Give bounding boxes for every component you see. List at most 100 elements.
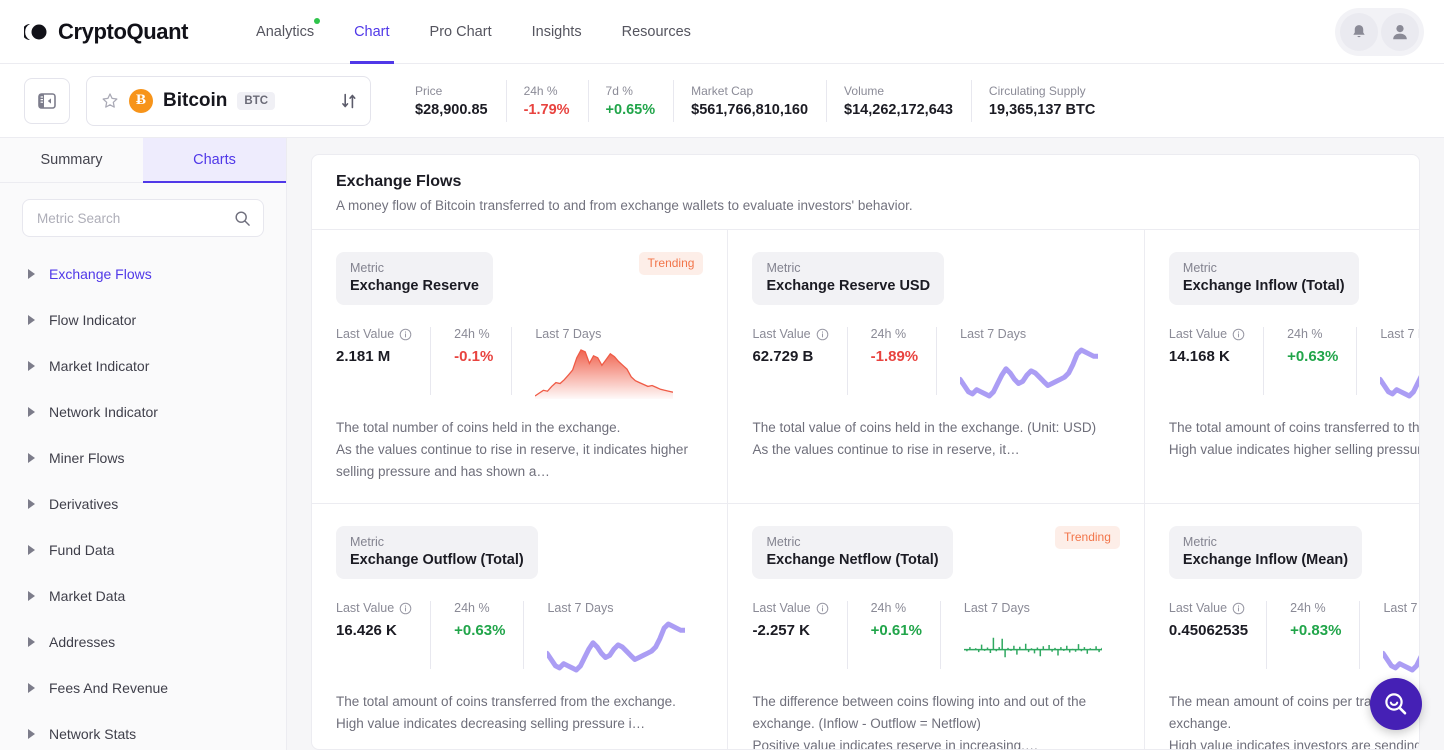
info-icon[interactable] [1232,328,1245,341]
stat-value: -1.79% [523,101,570,118]
metric-chip[interactable]: Metric Exchange Inflow (Total) [1168,252,1359,305]
chevron-right-icon [28,315,35,326]
notifications-button[interactable] [1340,12,1378,51]
last-value-label: Last Value [752,601,828,615]
nav-item-insights[interactable]: Insights [512,0,602,64]
nav-item-resources[interactable]: Resources [602,0,711,64]
info-icon[interactable] [399,328,412,341]
sidebar-item-fund-data[interactable]: Fund Data [0,527,286,573]
metric-card[interactable]: Metric Exchange Reserve USD Last Value 62.7… [728,230,1145,504]
last-7-days-label: Last 7 Days [960,327,1027,341]
metric-card-header: Metric Exchange Inflow (Mean) [1168,526,1419,579]
metric-chip[interactable]: Metric Exchange Netflow (Total) [752,526,953,579]
info-icon[interactable] [1232,602,1245,615]
stat-value: $28,900.85 [415,101,488,118]
metric-chip[interactable]: Metric Exchange Outflow (Total) [336,526,538,579]
account-button[interactable] [1381,12,1419,51]
sidebar-item-label: Network Indicator [49,404,158,421]
last-value: -2.257 K [752,622,810,639]
chevron-right-icon [28,499,35,510]
last-value-block: Last Value -2.257 K [752,601,846,669]
last-value-label: Last Value [1169,327,1245,341]
metric-card[interactable]: Metric Exchange Netflow (Total) Trending La… [728,504,1145,749]
nav-item-label: Resources [621,23,691,40]
asset-selector[interactable]: Ƀ Bitcoin BTC [86,75,371,126]
last-value-label-text: Last Value [1168,327,1228,341]
asset-name: Bitcoin [163,89,228,111]
tab-charts[interactable]: Charts [143,138,286,184]
last-value-label-text: Last Value [752,327,811,341]
sidebar-item-label: Network Stats [49,726,137,743]
metric-chip[interactable]: Metric Exchange Reserve USD [752,252,945,305]
nav-item-label: Insights [531,23,582,40]
sidebar-item-miner-flows[interactable]: Miner Flows [0,435,286,481]
sidebar-toggle-button[interactable] [24,77,70,124]
last-7-days-label: Last 7 Days [535,327,602,341]
sidebar-item-label: Fees And Revenue [49,680,169,697]
stat-circulating-supply: Circulating Supply 19,365,137 BTC [970,77,1113,125]
sidebar-item-market-data[interactable]: Market Data [0,573,286,619]
chevron-right-icon [28,637,35,648]
chevron-right-icon [28,453,35,464]
stat-7d-change: 7d % +0.65% [587,77,674,125]
sidebar-item-label: Flow Indicator [49,312,137,329]
stat-label: Circulating Supply [988,83,1086,98]
last-value-label: Last Value [1169,601,1248,615]
tab-label: Summary [40,152,103,169]
nav-item-chart[interactable]: Chart [334,0,409,64]
metric-chip[interactable]: Metric Exchange Reserve [336,252,493,305]
chevron-right-icon [28,361,35,372]
stat-label: 7d % [605,83,633,98]
brand-logo[interactable]: CryptoQuant [24,19,188,45]
sidebar-item-network-indicator[interactable]: Network Indicator [0,389,286,435]
nav-item-label: Chart [354,23,390,40]
stat-label: Market Cap [691,83,754,98]
sparkline-noise [963,637,1102,658]
sidebar-item-derivatives[interactable]: Derivatives [0,481,286,527]
metric-stats-row: Last Value 62.729 B 24h % -1.89% Last 7 Days [752,327,1120,399]
favorite-star-icon[interactable] [101,92,119,110]
metric-card[interactable]: MetricExchange Inflow (Total)TrendingLas… [1144,230,1419,504]
last-7-days-label: Last 7 Days [1380,327,1419,341]
brand-name: CryptoQuant [58,18,189,44]
sidebar-item-addresses[interactable]: Addresses [0,619,286,665]
metric-name: Exchange Reserve [350,278,479,294]
top-navigation-bar: CryptoQuant Analytics Chart Pro Chart In… [0,0,1444,64]
sidebar-item-exchange-flows[interactable]: Exchange Flows [0,251,286,297]
last-value-block: Last Value 62.729 B [752,327,846,395]
metric-chip[interactable]: Metric Exchange Inflow (Mean) [1168,526,1363,579]
sidebar-item-fees-and-revenue[interactable]: Fees And Revenue [0,665,286,711]
sidebar-item-market-indicator[interactable]: Market Indicator [0,343,286,389]
sidebar-item-label: Miner Flows [49,450,125,467]
search-icon[interactable] [234,210,251,227]
search-input[interactable] [35,209,234,227]
metric-chip-label: Metric [1182,535,1217,549]
sparkline-area [535,349,674,399]
help-search-fab[interactable] [1370,678,1422,730]
tab-summary[interactable]: Summary [0,138,143,184]
info-icon[interactable] [816,602,829,615]
metric-search-box[interactable] [22,199,264,238]
exchange-flows-section: Exchange Flows A money flow of Bitcoin t… [311,154,1420,750]
metric-stats-row: Last Value 2.181 M 24h % -0.1% Last 7 Days [336,327,703,399]
last-7-days-block: Last 7 Days [1359,601,1419,673]
nav-item-analytics[interactable]: Analytics [236,0,334,64]
stat-24h-change: 24h % -1.79% [505,77,588,125]
main-nav: Analytics Chart Pro Chart Insights Resou… [236,0,711,64]
nav-item-pro-chart[interactable]: Pro Chart [410,0,512,64]
info-icon[interactable] [399,602,412,615]
metric-card[interactable]: Metric Exchange Outflow (Total) Last Value… [312,504,729,749]
info-icon[interactable] [816,328,829,341]
metric-card[interactable]: Metric Exchange Reserve Trending Last Value… [312,230,729,504]
change-24h-block: 24h % +0.61% [846,601,940,669]
last-value-block: Last Value 16.426 K [336,601,430,669]
last-value-label: Last Value [336,327,412,341]
sidebar-item-network-stats[interactable]: Network Stats [0,711,286,750]
user-avatar-icon [1393,24,1407,39]
change-24h-value: +0.83% [1290,622,1342,639]
last-7-days-block: Last 7 Days [936,327,1120,399]
last-value-label-text: Last Value [336,327,395,341]
sidebar-item-flow-indicator[interactable]: Flow Indicator [0,297,286,343]
metric-chip-label: Metric [766,535,801,549]
swap-vertical-icon[interactable] [340,91,358,111]
